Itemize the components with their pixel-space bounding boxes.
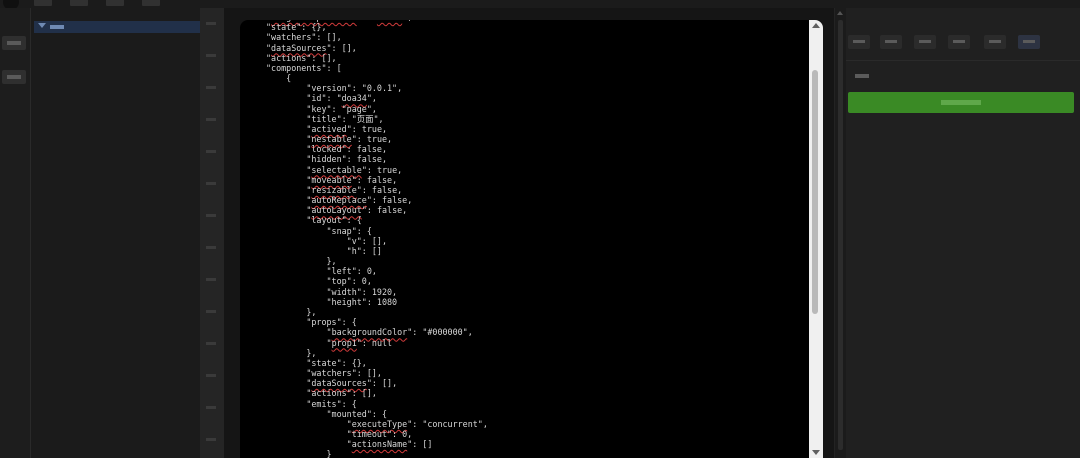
code-line: "selectable": true,: [266, 164, 403, 175]
code-line: "top": 0,: [266, 276, 372, 287]
primary-action-button[interactable]: [848, 92, 1074, 113]
code-line: "v": [],: [266, 235, 388, 246]
code-line: "dataSources": [],: [266, 42, 357, 53]
code-line: "h": []: [266, 245, 382, 256]
panel-section-label: [855, 74, 869, 78]
code-line: "prop1": null: [266, 337, 393, 348]
code-line: "nestable": true,: [266, 134, 393, 145]
code-line: "components": [: [266, 62, 342, 73]
ruler-mark: [206, 278, 216, 281]
code-line: "state": {},: [266, 357, 367, 368]
code-line: "autoLayout": false,: [266, 205, 408, 216]
code-line: "snap": {: [266, 225, 372, 236]
component-tree-panel: [31, 8, 221, 458]
panel-tab-2[interactable]: [880, 35, 902, 49]
code-line: "dataSources": [],: [266, 378, 398, 389]
ruler-mark: [206, 342, 216, 345]
code-line: },: [266, 347, 317, 358]
panel-tab-1[interactable]: [848, 35, 870, 49]
panel-tab-4[interactable]: [948, 35, 970, 49]
code-line: "backgroundColor": "#000000",: [266, 327, 473, 338]
code-line: "height": 1080: [266, 296, 398, 307]
code-line: },: [266, 256, 337, 267]
ruler-mark: [206, 438, 216, 441]
code-line: }: [266, 449, 332, 458]
code-line: "timeout": 0,: [266, 429, 413, 440]
editor-app: "targetComponentId": "doa34","state": {}…: [0, 0, 1080, 458]
menu-item-1[interactable]: [34, 0, 52, 6]
triangle-up-icon[interactable]: [812, 23, 820, 28]
menu-item-2[interactable]: [70, 0, 88, 6]
rail-button-2[interactable]: [2, 70, 26, 84]
json-code-view[interactable]: "targetComponentId": "doa34","state": {}…: [240, 20, 823, 458]
panel-tab-5[interactable]: [984, 35, 1006, 49]
code-line: "emits": {: [266, 398, 357, 409]
code-line: "actionsName": []: [266, 439, 433, 450]
ruler-mark: [206, 54, 216, 57]
code-line: "autoReplace": false,: [266, 195, 413, 206]
panel-tab-6[interactable]: [1018, 35, 1040, 49]
triangle-up-icon[interactable]: [837, 11, 843, 15]
ruler-gutter: [200, 8, 224, 458]
code-line: "mounted": {: [266, 408, 388, 419]
code-line: "hidden": false,: [266, 154, 388, 165]
dialog-scrollbar[interactable]: [809, 20, 823, 458]
menu-item-3[interactable]: [106, 0, 124, 6]
properties-panel: [846, 8, 1080, 458]
panel-divider: [846, 60, 1080, 61]
code-line: "key": "page",: [266, 103, 377, 114]
code-line: },: [266, 306, 317, 317]
code-line: "watchers": [],: [266, 32, 342, 43]
triangle-down-icon[interactable]: [812, 450, 820, 455]
ruler-mark: [206, 246, 216, 249]
ruler-mark: [206, 150, 216, 153]
top-menu-bar: [0, 0, 1080, 10]
code-line: "title": "页面",: [266, 113, 384, 124]
canvas-scrollbar[interactable]: [835, 8, 846, 458]
code-line: {: [266, 73, 292, 84]
code-line: "executeType": "concurrent",: [266, 418, 488, 429]
ruler-mark: [206, 310, 216, 313]
code-line: "left": 0,: [266, 266, 377, 277]
code-line: "actions": [],: [266, 388, 377, 399]
tree-item-label: [50, 25, 64, 29]
code-line: "watchers": [],: [266, 368, 382, 379]
code-line: "state": {},: [266, 22, 327, 33]
code-line: "version": "0.0.1",: [266, 83, 403, 94]
code-line: "id": "doa34",: [266, 93, 377, 104]
ruler-mark: [206, 86, 216, 89]
caret-down-icon[interactable]: [38, 23, 46, 28]
code-line: "actived": true,: [266, 123, 388, 134]
ruler-mark: [206, 118, 216, 121]
code-line: "width": 1920,: [266, 286, 398, 297]
tree-item-page[interactable]: [34, 21, 219, 33]
code-line: "props": {: [266, 317, 357, 328]
code-line: "locked": false,: [266, 144, 388, 155]
panel-tab-3[interactable]: [914, 35, 936, 49]
code-line: "actions": [],: [266, 52, 337, 63]
code-line: "resizable": false,: [266, 184, 403, 195]
menu-item-4[interactable]: [142, 0, 160, 6]
scrollbar-thumb[interactable]: [838, 20, 843, 450]
ruler-mark: [206, 374, 216, 377]
ruler-mark: [206, 214, 216, 217]
ruler-mark: [206, 22, 216, 25]
code-line: "moveable": false,: [266, 174, 398, 185]
ruler-mark: [206, 182, 216, 185]
json-viewer-dialog: "targetComponentId": "doa34","state": {}…: [240, 20, 823, 458]
scrollbar-thumb[interactable]: [812, 70, 818, 314]
code-line: "layout": {: [266, 215, 362, 226]
left-activity-rail: [0, 8, 31, 458]
rail-button-1[interactable]: [2, 36, 26, 50]
ruler-mark: [206, 406, 216, 409]
